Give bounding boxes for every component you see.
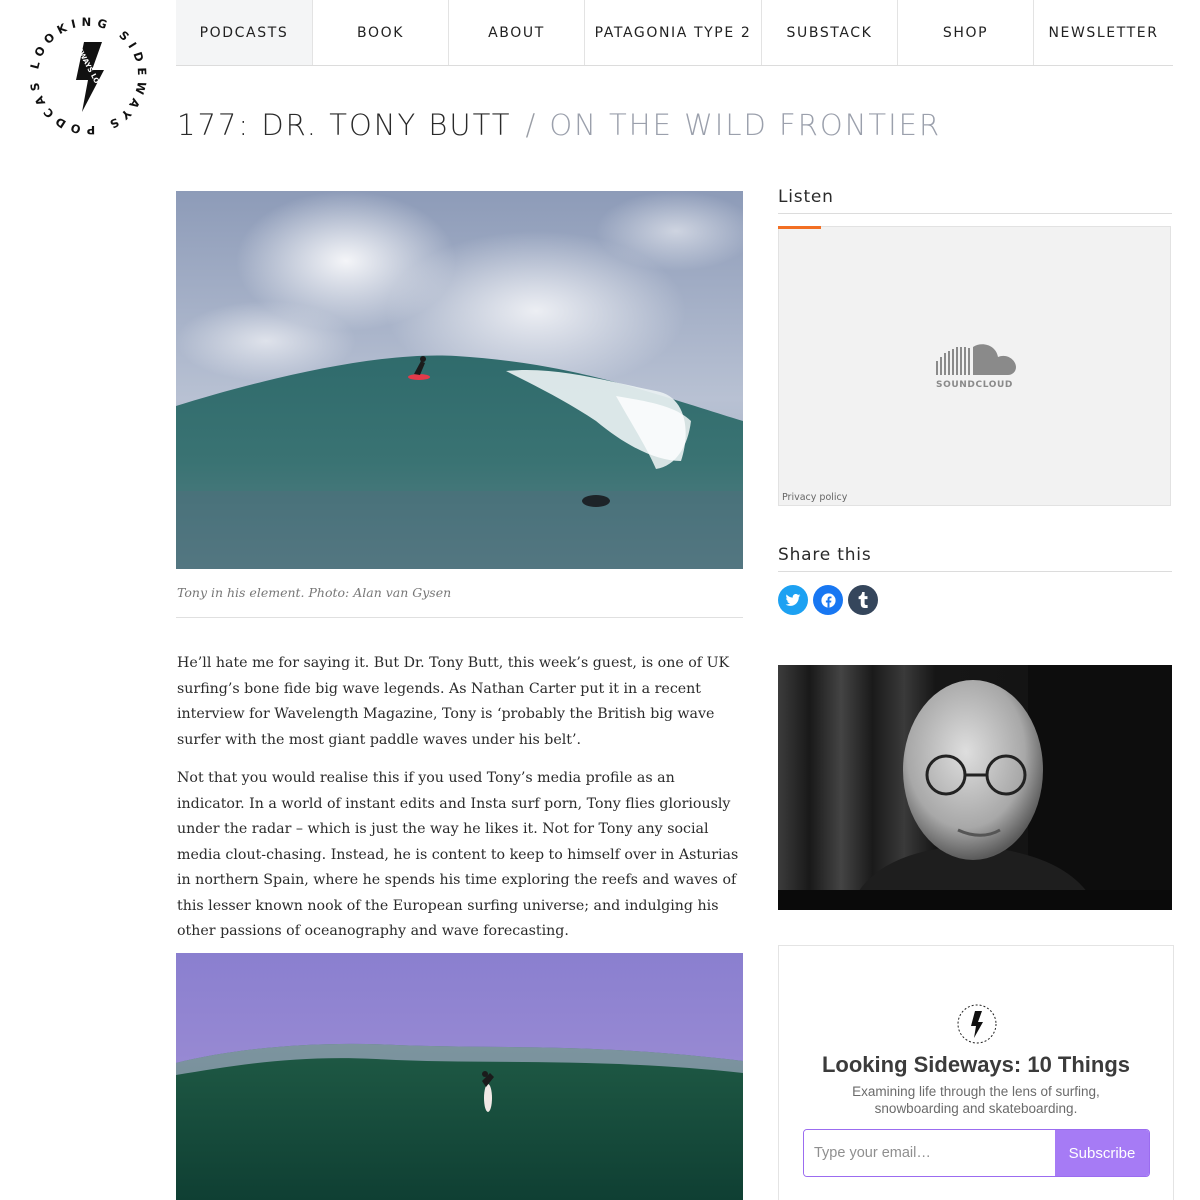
site-logo[interactable]: LOOKING SIDEWAYS PODCAST SIDEWAYS LOOKIN… [19, 3, 150, 138]
nav-item-podcasts[interactable]: PODCASTS [176, 0, 313, 65]
episode-subtitle: ON THE WILD FRONTIER [549, 108, 942, 142]
newsletter-title: Looking Sideways: 10 Things [821, 1052, 1131, 1077]
episode-title: 177: DR. TONY BUTT [177, 108, 512, 142]
logo-emblem: LOOKING SIDEWAYS PODCAST SIDEWAYS LOOKIN… [19, 3, 144, 137]
facebook-icon [820, 592, 836, 608]
nav-item-book[interactable]: BOOK [313, 0, 449, 65]
listen-divider [778, 213, 1172, 214]
share-divider [778, 571, 1172, 572]
newsletter-signup: Looking Sideways: 10 Things Examining li… [778, 945, 1174, 1200]
listen-heading: Listen [778, 187, 834, 207]
soundcloud-progress-accent [778, 226, 821, 229]
nav-item-newsletter[interactable]: NEWSLETTER [1034, 0, 1173, 65]
tumblr-icon [858, 592, 868, 608]
share-tumblr-button[interactable] [848, 585, 878, 615]
article-body: He’ll hate me for saying it. But Dr. Ton… [177, 651, 743, 958]
newsletter-description: Examining life through the lens of surfi… [852, 1084, 1100, 1116]
guest-portrait [778, 665, 1172, 910]
page-title: 177: DR. TONY BUTT / ON THE WILD FRONTIER [177, 108, 941, 142]
privacy-policy-link[interactable]: Privacy policy [782, 492, 847, 503]
soundcloud-wordmark: SOUNDCLOUD [936, 380, 1013, 390]
nav-item-substack[interactable]: SUBSTACK [762, 0, 898, 65]
nav-item-about[interactable]: ABOUT [449, 0, 585, 65]
share-facebook-button[interactable] [813, 585, 843, 615]
nav-item-shop[interactable]: SHOP [898, 0, 1034, 65]
share-twitter-button[interactable] [778, 585, 808, 615]
photo-caption: Tony in his element. Photo: Alan van Gys… [177, 585, 452, 600]
soundcloud-player[interactable]: SOUNDCLOUD Privacy policy [778, 226, 1171, 506]
surf-photo [176, 953, 743, 1200]
nav-item-patagonia-type-2[interactable]: PATAGONIA TYPE 2 [585, 0, 762, 65]
subscribe-button[interactable]: Subscribe [1055, 1130, 1149, 1176]
hero-photo [176, 191, 743, 569]
email-input[interactable] [804, 1130, 1055, 1176]
title-separator: / [525, 108, 538, 142]
main-nav: PODCASTS BOOK ABOUT PATAGONIA TYPE 2 SUB… [176, 0, 1173, 66]
newsletter-logo [957, 1004, 997, 1044]
share-heading: Share this [778, 545, 872, 565]
article-paragraph: Not that you would realise this if you u… [177, 770, 739, 939]
article-paragraph: He’ll hate me for saying it. But Dr. Ton… [177, 655, 730, 748]
twitter-icon [785, 594, 801, 606]
share-buttons [778, 585, 878, 615]
lightning-bolt-icon [971, 1011, 983, 1038]
caption-divider [176, 617, 743, 618]
newsletter-form: Subscribe [803, 1129, 1150, 1177]
